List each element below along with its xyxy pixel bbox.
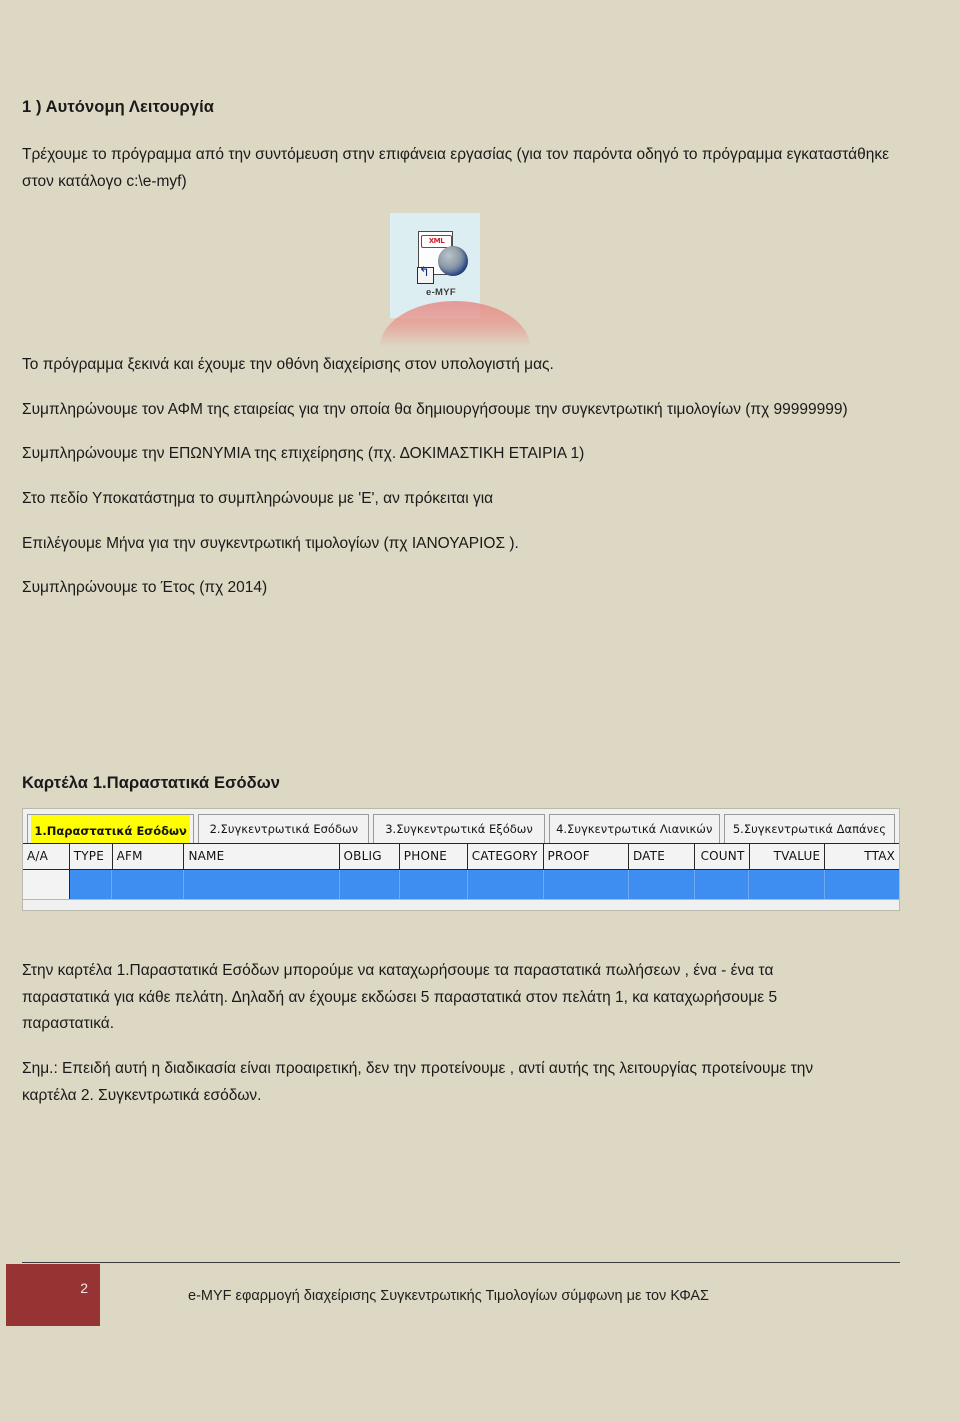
tab-strip: 1.Παραστατικά Εσόδων 2.Συγκεντρωτικά Εσό… — [23, 809, 899, 843]
cell-afm[interactable] — [112, 870, 185, 899]
cell-date[interactable] — [629, 870, 696, 899]
grid-col-phone[interactable]: PHONE — [400, 844, 468, 869]
table-row[interactable] — [23, 870, 899, 900]
paragraph-note: Σημ.: Επειδή αυτή η διαδικασία είναι προ… — [22, 1059, 814, 1104]
grid-col-count[interactable]: COUNT — [695, 844, 750, 869]
shortcut-arrow-icon — [417, 267, 434, 284]
cell-ttax[interactable] — [825, 870, 899, 899]
desktop-icon-label: e-MYF — [426, 287, 456, 298]
app-screenshot: 1.Παραστατικά Εσόδων 2.Συγκεντρωτικά Εσό… — [22, 808, 900, 911]
tab-sygkentrotika-exodon[interactable]: 3.Συγκεντρωτικά Εξόδων — [373, 814, 545, 843]
tab-label: 4.Συγκεντρωτικά Λιανικών — [556, 822, 713, 836]
grid-col-category[interactable]: CATEGORY — [468, 844, 544, 869]
grid-col-type[interactable]: TYPE — [70, 844, 113, 869]
tab-parastatika-esodon[interactable]: 1.Παραστατικά Εσόδων — [27, 814, 195, 843]
tab-sygkentrotika-dapanes[interactable]: 5.Συγκεντρωτικά Δαπάνες — [723, 814, 896, 843]
tab-label: 3.Συγκεντρωτικά Εξόδων — [385, 822, 533, 836]
paragraph-year: Συμπληρώνουμε το Έτος (πχ 2014) — [22, 579, 268, 597]
paragraph-tab-explanation: Στην καρτέλα 1.Παραστατικά Εσόδων μπορού… — [22, 962, 778, 1033]
grid-footer-strip — [23, 900, 899, 910]
tab-sygkentrotika-lianikon[interactable]: 4.Συγκεντρωτικά Λιανικών — [548, 814, 720, 843]
grid-col-proof[interactable]: PROOF — [544, 844, 629, 869]
page-number-badge: 2 — [6, 1264, 100, 1326]
desktop-shortcut-figure: XML e-MYF — [380, 213, 530, 347]
tab-label: 2.Συγκεντρωτικά Εσόδων — [209, 822, 359, 836]
grid-col-name[interactable]: NAME — [184, 844, 340, 869]
footer-divider — [22, 1262, 900, 1263]
grid-col-afm[interactable]: AFM — [113, 844, 185, 869]
paragraph-ypokatastima: Στο πεδίο Υποκατάστημα το συμπληρώνουμε … — [22, 489, 494, 507]
tab-sygkentrotika-esodon[interactable]: 2.Συγκεντρωτικά Εσόδων — [198, 814, 370, 843]
grid-col-ttax[interactable]: TTAX — [825, 844, 899, 869]
paragraph-afm: Συμπληρώνουμε τον ΑΦΜ της εταιρείας για … — [22, 400, 848, 418]
document-body-middle: Το πρόγραμμα ξεκινά και έχουμε την οθόνη… — [22, 352, 914, 620]
document-body: 1 ) Αυτόνομη Λειτουργία Τρέχουμε το πρόγ… — [22, 96, 914, 213]
grid-col-tvalue[interactable]: TVALUE — [750, 844, 826, 869]
cell-category[interactable] — [467, 870, 544, 899]
paragraph-month: Επιλέγουμε Μήνα για την συγκεντρωτική τι… — [22, 534, 519, 552]
section-heading: Καρτέλα 1.Παραστατικά Εσόδων — [22, 774, 281, 792]
cell-count[interactable] — [695, 870, 750, 899]
tab-label: 1.Παραστατικά Εσόδων — [31, 815, 190, 843]
footer-text: e-MYF εφαρμογή διαχείρισης Συγκεντρωτική… — [188, 1288, 709, 1304]
cell-proof[interactable] — [543, 870, 630, 899]
cell-name[interactable] — [184, 870, 340, 899]
cell-phone[interactable] — [399, 870, 468, 899]
cell-tvalue[interactable] — [749, 870, 826, 899]
document-page: 1 ) Αυτόνομη Λειτουργία Τρέχουμε το πρόγ… — [0, 0, 960, 1422]
page-title: 1 ) Αυτόνομη Λειτουργία — [22, 98, 215, 116]
globe-icon — [438, 246, 468, 276]
paragraph-eponymia: Συμπληρώνουμε την ΕΠΩΝΥΜΙΑ της επιχείρησ… — [22, 445, 585, 463]
cell-oblig[interactable] — [339, 870, 400, 899]
grid-col-aa[interactable]: A/A — [23, 844, 70, 869]
document-section-heading-wrap: Καρτέλα 1.Παραστατικά Εσόδων — [22, 772, 914, 796]
document-body-closing: Στην καρτέλα 1.Παραστατικά Εσόδων μπορού… — [22, 958, 914, 1127]
tab-label: 5.Συγκεντρωτικά Δαπάνες — [732, 822, 886, 836]
grid-header-row: A/A TYPE AFM NAME OBLIG PHONE CATEGORY P… — [23, 843, 899, 870]
paragraph-startup: Το πρόγραμμα ξεκινά και έχουμε την οθόνη… — [22, 356, 554, 373]
cell-type[interactable] — [69, 870, 113, 899]
grid-col-date[interactable]: DATE — [629, 844, 696, 869]
cell-aa[interactable] — [23, 870, 70, 899]
grid-col-oblig[interactable]: OBLIG — [340, 844, 400, 869]
paragraph-intro: Τρέχουμε το πρόγραμμα από την συντόμευση… — [22, 145, 890, 190]
